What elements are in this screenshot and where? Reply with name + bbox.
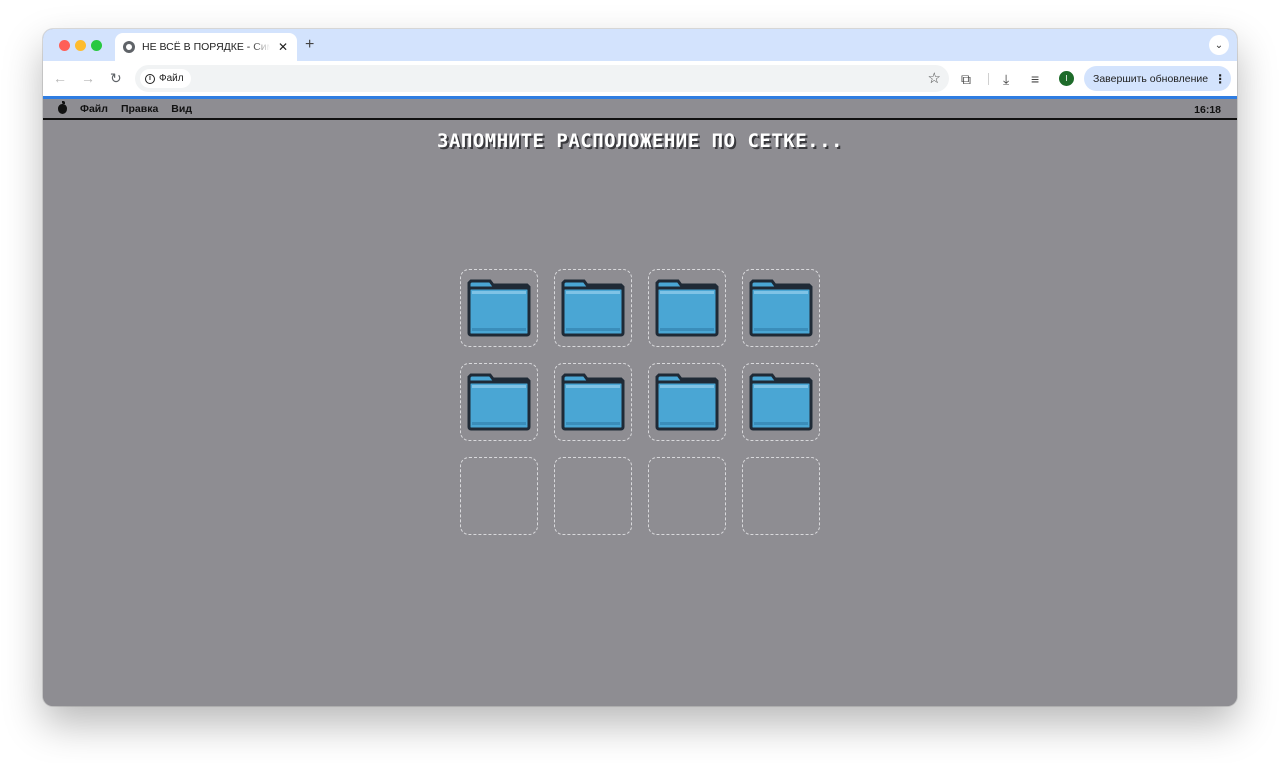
grid-cell-folder[interactable] <box>648 269 726 347</box>
reload-button[interactable]: ↻ <box>110 69 122 87</box>
tab-search-button[interactable]: ⌄ <box>1209 35 1229 55</box>
browser-toolbar: ← → ↻ i Файл ☆ ⧉ ⤓ ≡ I Завершить обновле… <box>43 61 1237 96</box>
finish-update-button[interactable]: Завершить обновление ⋮ <box>1084 66 1231 91</box>
bookmark-star-icon[interactable]: ☆ <box>928 69 941 88</box>
grid-cell-folder[interactable] <box>742 269 820 347</box>
menu-item-edit[interactable]: Правка <box>121 103 158 115</box>
folder-icon <box>749 279 813 337</box>
apple-icon[interactable] <box>58 100 67 114</box>
profile-avatar[interactable]: I <box>1059 71 1074 86</box>
menu-item-file[interactable]: Файл <box>80 103 108 115</box>
close-window-button[interactable] <box>59 40 70 51</box>
grid-cell-folder[interactable] <box>742 363 820 441</box>
forward-button[interactable]: → <box>81 69 95 87</box>
minimize-window-button[interactable] <box>75 40 86 51</box>
folder-icon <box>467 373 531 431</box>
memory-grid <box>460 269 820 535</box>
page-content: Файл Правка Вид 16:18 ЗАПОМНИТЕ РАСПОЛОЖ… <box>43 96 1237 706</box>
grid-cell-empty[interactable] <box>648 457 726 535</box>
extensions-icon[interactable]: ⧉ <box>961 70 971 88</box>
toolbar-divider <box>988 73 989 85</box>
new-tab-button[interactable]: + <box>305 35 314 55</box>
info-icon: i <box>145 73 155 84</box>
download-icon[interactable]: ⤓ <box>1003 70 1009 88</box>
folder-icon <box>561 373 625 431</box>
globe-icon <box>123 41 135 53</box>
browser-tab[interactable]: НЕ ВСЁ В ПОРЯДКЕ - Симулятор ✕ <box>115 33 297 61</box>
folder-icon <box>561 279 625 337</box>
tab-title: НЕ ВСЁ В ПОРЯДКЕ - Симулятор <box>142 41 270 53</box>
site-info-label: Файл <box>159 73 184 84</box>
game-instruction: ЗАПОМНИТЕ РАСПОЛОЖЕНИЕ ПО СЕТКЕ... <box>437 130 843 152</box>
grid-cell-folder[interactable] <box>554 269 632 347</box>
grid-cell-folder[interactable] <box>460 363 538 441</box>
finish-update-label: Завершить обновление <box>1093 72 1209 85</box>
grid-cell-folder[interactable] <box>460 269 538 347</box>
tab-close-icon[interactable]: ✕ <box>278 41 288 53</box>
folder-icon <box>749 373 813 431</box>
tab-strip: НЕ ВСЁ В ПОРЯДКЕ - Симулятор ✕ + ⌄ <box>43 29 1237 61</box>
site-info-chip[interactable]: i Файл <box>140 69 191 88</box>
zoom-window-button[interactable] <box>91 40 102 51</box>
media-controls-icon[interactable]: ≡ <box>1031 70 1039 88</box>
grid-cell-empty[interactable] <box>742 457 820 535</box>
grid-cell-empty[interactable] <box>460 457 538 535</box>
more-menu-icon[interactable]: ⋮ <box>1214 72 1226 86</box>
browser-window: НЕ ВСЁ В ПОРЯДКЕ - Симулятор ✕ + ⌄ ← → ↻… <box>43 29 1237 706</box>
grid-cell-folder[interactable] <box>648 363 726 441</box>
menu-item-view[interactable]: Вид <box>171 103 192 115</box>
menubar-clock: 16:18 <box>1194 104 1221 116</box>
desktop-menubar: Файл Правка Вид 16:18 <box>43 96 1237 120</box>
back-button[interactable]: ← <box>53 69 67 87</box>
grid-cell-empty[interactable] <box>554 457 632 535</box>
folder-icon <box>467 279 531 337</box>
folder-icon <box>655 373 719 431</box>
address-bar[interactable]: i Файл ☆ <box>135 65 949 92</box>
folder-icon <box>655 279 719 337</box>
grid-cell-folder[interactable] <box>554 363 632 441</box>
